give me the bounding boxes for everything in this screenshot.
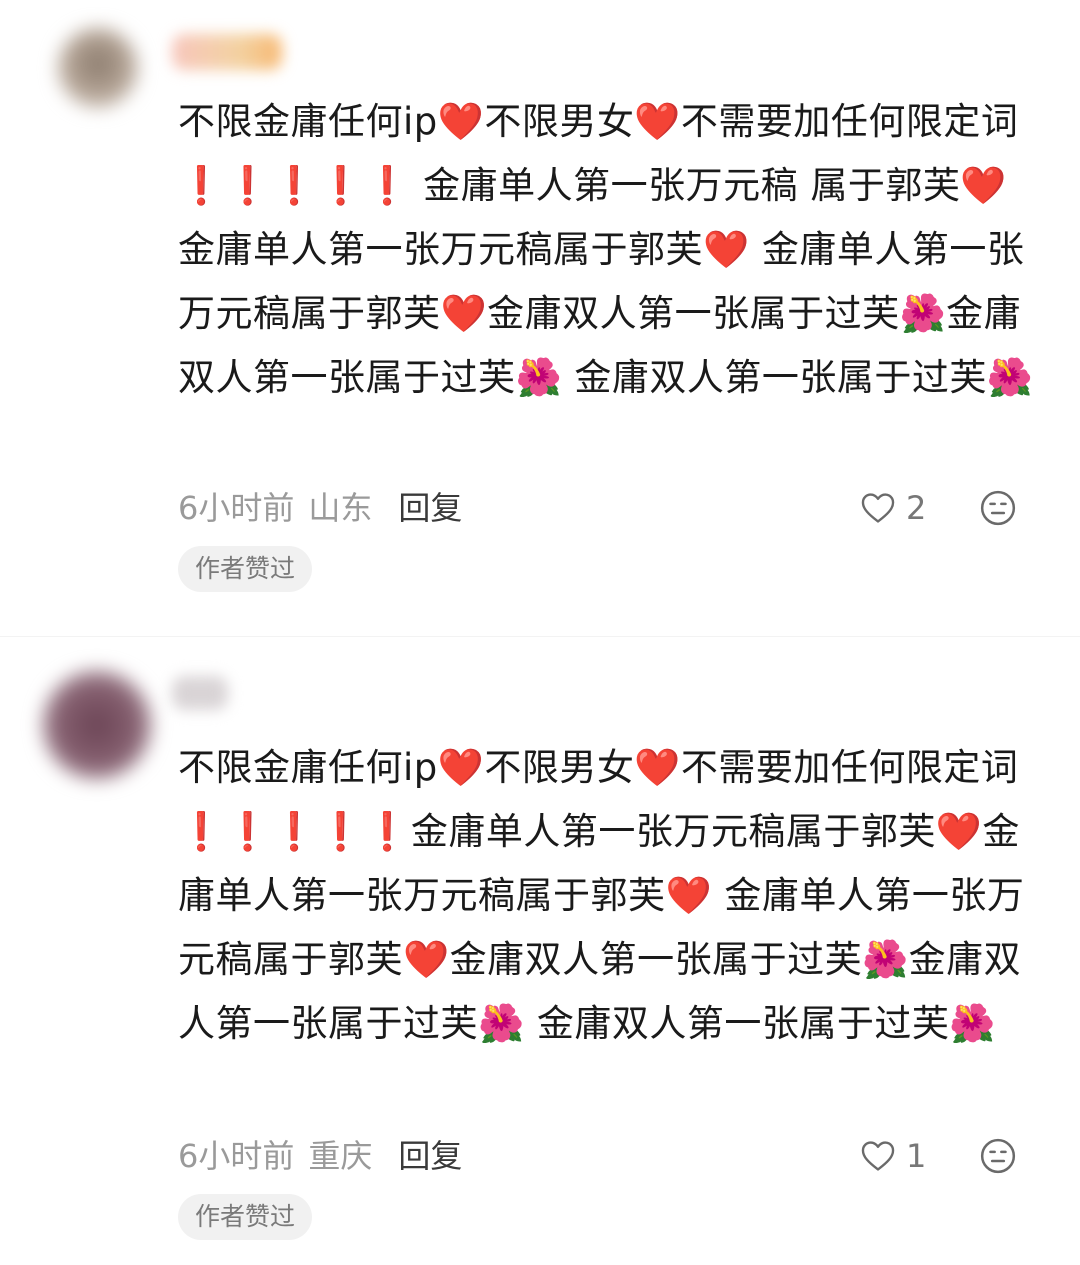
username[interactable]	[172, 676, 228, 710]
meh-face-icon	[980, 1138, 1016, 1174]
reply-button[interactable]: 回复	[398, 489, 462, 527]
like-count: 2	[906, 489, 927, 527]
like-count: 1	[906, 1137, 927, 1175]
username[interactable]	[172, 34, 282, 70]
comment-item: 不限金庸任何ip❤️不限男女❤️不需要加任何限定词❗❗❗❗❗ 金庸单人第一张万元…	[0, 0, 1080, 620]
comment-time: 6小时前	[178, 489, 295, 527]
dislike-button[interactable]	[978, 1136, 1018, 1176]
comment-meta: 6小时前 重庆 回复 1	[178, 1136, 1080, 1176]
heart-outline-icon	[861, 1141, 895, 1171]
avatar[interactable]	[58, 28, 138, 108]
author-liked-badge: 作者赞过	[178, 546, 313, 592]
reply-button[interactable]: 回复	[398, 1137, 462, 1175]
comment-text: 不限金庸任何ip❤️不限男女❤️不需要加任何限定词❗❗❗❗❗金庸单人第一张万元稿…	[178, 746, 1025, 1045]
comment-meta: 6小时前 山东 回复 2	[178, 488, 1080, 528]
comment-time: 6小时前	[178, 1137, 295, 1175]
dislike-button[interactable]	[978, 488, 1018, 528]
like-button[interactable]: 2	[858, 488, 926, 528]
like-button[interactable]: 1	[858, 1136, 926, 1176]
divider	[0, 636, 1080, 637]
comment-item: 不限金庸任何ip❤️不限男女❤️不需要加任何限定词❗❗❗❗❗金庸单人第一张万元稿…	[0, 648, 1080, 1265]
heart-outline-icon	[861, 493, 895, 523]
avatar[interactable]	[42, 670, 152, 780]
comment-location: 重庆	[308, 1137, 373, 1175]
meh-face-icon	[980, 490, 1016, 526]
author-liked-badge: 作者赞过	[178, 1194, 313, 1240]
comment-location: 山东	[308, 489, 373, 527]
comment-text: 不限金庸任何ip❤️不限男女❤️不需要加任何限定词❗❗❗❗❗ 金庸单人第一张万元…	[178, 100, 1034, 399]
